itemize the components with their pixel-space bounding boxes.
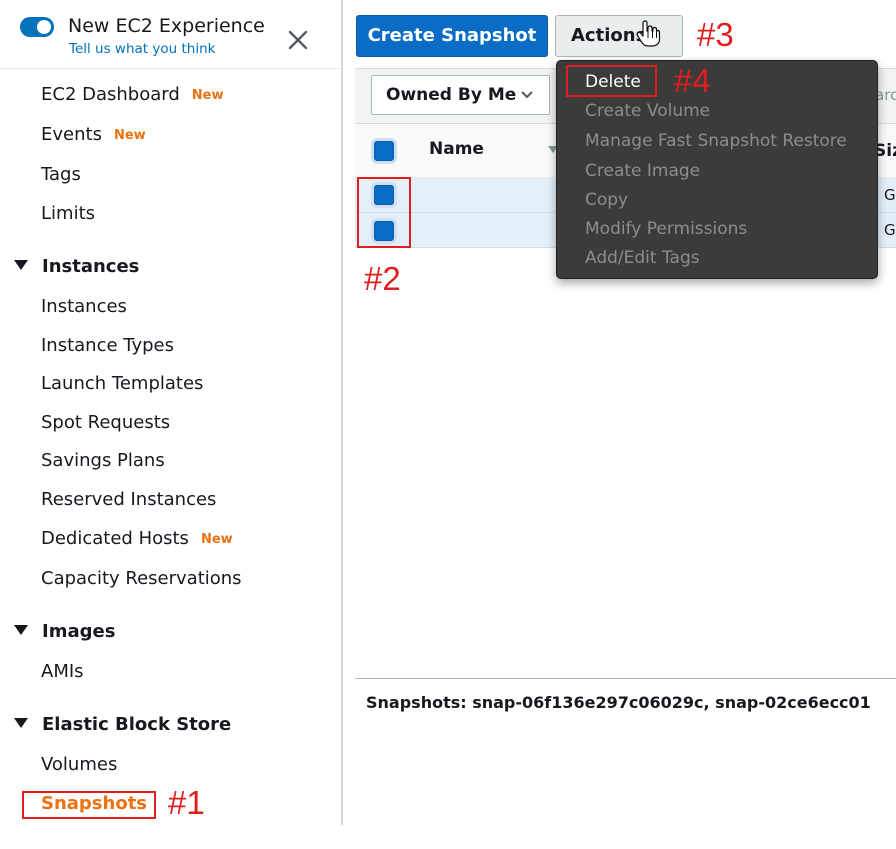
annotation-step-4: #4 <box>674 62 711 99</box>
sidebar-header-divider <box>0 68 341 69</box>
sidebar-item-label: Dedicated Hosts <box>41 528 189 549</box>
sidebar-item-limits[interactable]: Limits <box>41 203 95 224</box>
new-badge: New <box>200 532 233 547</box>
section-label: Images <box>42 621 116 642</box>
sidebar-item-instances[interactable]: Instances <box>41 296 127 317</box>
sidebar-item-label: EC2 Dashboard <box>41 84 180 105</box>
menu-item-copy[interactable]: Copy <box>585 190 628 210</box>
section-elastic-block-store[interactable]: Elastic Block Store <box>14 714 231 735</box>
annotation-step-3: #3 <box>697 16 734 53</box>
new-experience-toggle[interactable] <box>20 17 54 37</box>
annotation-step-1: #1 <box>168 784 205 821</box>
create-snapshot-button[interactable]: Create Snapshot <box>356 15 548 57</box>
sidebar-item-label: Tags <box>41 164 81 185</box>
hand-cursor-icon <box>636 20 661 47</box>
sidebar-item-volumes[interactable]: Volumes <box>41 754 117 775</box>
new-badge: New <box>113 128 146 143</box>
caret-down-icon <box>14 718 28 728</box>
section-instances[interactable]: Instances <box>14 256 139 277</box>
details-summary: Snapshots: snap-06f136e297c06029c, snap-… <box>366 693 871 712</box>
sidebar-item-label: Launch Templates <box>41 373 204 394</box>
sidebar-item-label: Limits <box>41 203 95 224</box>
sidebar-item-label: Instances <box>41 296 127 317</box>
sidebar-item-dedicated-hosts[interactable]: Dedicated Hosts New <box>41 528 233 549</box>
actions-button[interactable]: Actions <box>555 15 683 57</box>
sidebar-item-label: Spot Requests <box>41 412 171 433</box>
highlight-box-checkboxes <box>357 177 411 248</box>
new-badge: New <box>191 88 224 103</box>
details-divider[interactable] <box>355 678 896 679</box>
close-icon[interactable] <box>284 25 314 55</box>
menu-item-modify-permissions[interactable]: Modify Permissions <box>585 219 747 239</box>
column-header-name[interactable]: Name <box>429 139 484 159</box>
owner-filter-select[interactable]: Owned By Me <box>371 75 550 115</box>
sidebar-item-reserved-instances[interactable]: Reserved Instances <box>41 489 216 510</box>
sidebar-item-events[interactable]: Events New <box>41 124 146 145</box>
section-label: Instances <box>42 256 140 277</box>
annotation-step-2: #2 <box>364 260 401 297</box>
sidebar-item-savings-plans[interactable]: Savings Plans <box>41 450 165 471</box>
sidebar-item-label: Events <box>41 124 102 145</box>
sidebar-item-tags[interactable]: Tags <box>41 164 81 185</box>
sidebar-item-launch-templates[interactable]: Launch Templates <box>41 373 203 394</box>
sidebar-item-label: Instance Types <box>41 335 175 356</box>
menu-item-create-image[interactable]: Create Image <box>585 161 700 181</box>
size-cell: G <box>884 186 896 204</box>
menu-item-create-volume[interactable]: Create Volume <box>585 101 710 121</box>
sidebar-item-label: Capacity Reservations <box>41 568 242 589</box>
sidebar-item-label: Volumes <box>41 754 118 775</box>
sidebar: New EC2 Experience Tell us what you thin… <box>0 0 342 849</box>
sidebar-divider <box>341 0 343 825</box>
caret-down-icon <box>14 625 28 635</box>
select-all-checkbox[interactable] <box>374 141 394 161</box>
owner-filter-label: Owned By Me <box>386 85 517 105</box>
toggle-knob <box>37 20 51 34</box>
sidebar-item-instance-types[interactable]: Instance Types <box>41 335 174 356</box>
sidebar-item-label: AMIs <box>41 661 84 682</box>
sidebar-title: New EC2 Experience <box>68 15 265 37</box>
section-label: Elastic Block Store <box>42 714 232 735</box>
menu-item-add-edit-tags[interactable]: Add/Edit Tags <box>585 248 700 268</box>
chevron-down-icon <box>521 91 533 99</box>
sidebar-item-capacity-reservations[interactable]: Capacity Reservations <box>41 568 242 589</box>
sidebar-item-spot-requests[interactable]: Spot Requests <box>41 412 170 433</box>
caret-down-icon <box>14 260 28 270</box>
highlight-box-snapshots <box>22 791 156 819</box>
highlight-box-delete <box>566 65 657 97</box>
sidebar-item-label: Reserved Instances <box>41 489 217 510</box>
sidebar-item-amis[interactable]: AMIs <box>41 661 84 682</box>
menu-item-manage-fast-snapshot-restore[interactable]: Manage Fast Snapshot Restore <box>585 131 847 151</box>
size-cell: G <box>884 221 896 239</box>
search-input[interactable]: arc <box>875 86 896 104</box>
sidebar-item-ec2-dashboard[interactable]: EC2 Dashboard New <box>41 84 224 105</box>
section-images[interactable]: Images <box>14 621 115 642</box>
feedback-link[interactable]: Tell us what you think <box>69 41 215 57</box>
sidebar-item-label: Savings Plans <box>41 450 165 471</box>
